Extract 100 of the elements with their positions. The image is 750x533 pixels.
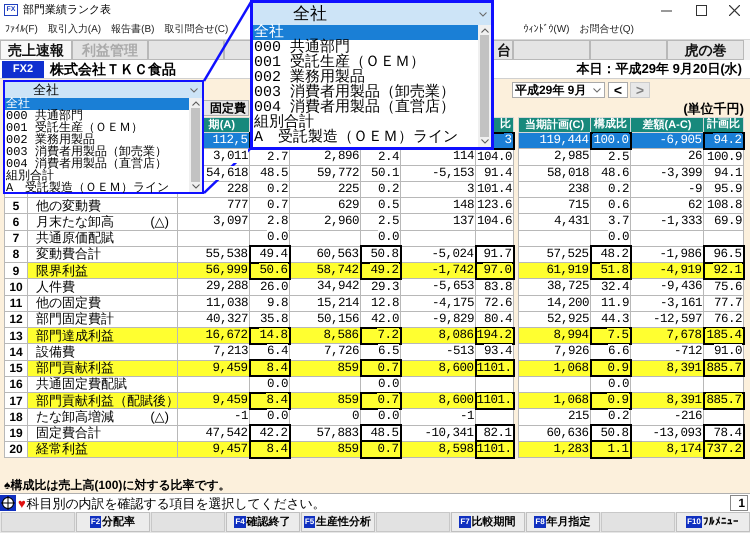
- table-cell: 56,999: [178, 262, 250, 279]
- table-cell: 7,678: [630, 328, 704, 344]
- table-cell: 8.4: [250, 392, 290, 409]
- period-select[interactable]: 平成29年 9月: [512, 82, 605, 98]
- table-cell: -13,093: [630, 425, 704, 442]
- table-cell: 0: [290, 408, 360, 425]
- table-cell: 60,636: [518, 425, 590, 442]
- table-cell: -712: [630, 344, 704, 360]
- dropdown-option[interactable]: 001 受託生産（ＯＥＭ）: [253, 55, 478, 70]
- dropdown-field[interactable]: 全社: [253, 3, 491, 25]
- table-cell: 12.8: [360, 295, 400, 312]
- table-cell: 42.2: [250, 425, 290, 442]
- table-cell: 94.2: [704, 132, 744, 149]
- tab[interactable]: 売上速報: [0, 40, 72, 60]
- unit-label: (単位千円): [683, 101, 744, 116]
- status-message: 科目別の内訳を確認する項目を選択してください。: [26, 496, 326, 510]
- table-cell: 78.4: [704, 425, 744, 442]
- table-cell: 9.8: [250, 295, 290, 312]
- scroll-thumb[interactable]: [480, 35, 490, 137]
- table-cell: 0.7: [360, 392, 400, 409]
- table-cell: -3,399: [630, 165, 704, 182]
- table-cell: 0.9: [590, 392, 630, 409]
- table-cell: -12,597: [630, 311, 704, 328]
- tab[interactable]: 虎の巻: [667, 40, 744, 60]
- table-cell: 1101.: [476, 441, 514, 458]
- function-key-button[interactable]: F5 生産性分析: [300, 512, 374, 532]
- row-number: 15: [4, 360, 28, 376]
- menu-item[interactable]: 取引問合せ(C): [159, 22, 234, 37]
- function-key-button[interactable]: F4 確認終了: [226, 512, 300, 532]
- scroll-thumb[interactable]: [190, 108, 200, 182]
- menu-item[interactable]: 報告書(B): [106, 22, 160, 37]
- maximize-icon[interactable]: [696, 4, 707, 16]
- scrollbar[interactable]: [478, 25, 491, 147]
- close-icon[interactable]: [729, 4, 740, 16]
- scroll-up-icon[interactable]: [480, 28, 488, 33]
- key-label: 年月指定: [546, 515, 591, 529]
- row-label[interactable]: たな卸高増減: [28, 410, 114, 424]
- table-cell: 859: [290, 360, 360, 376]
- table-cell: 1101.: [476, 360, 514, 376]
- scrollbar[interactable]: [189, 98, 202, 192]
- scroll-down-icon[interactable]: [192, 184, 200, 189]
- table-cell: -1,986: [630, 246, 704, 262]
- table-cell: 50.8: [590, 425, 630, 442]
- table-cell: 7.5: [590, 328, 630, 344]
- table-cell: 0.2: [590, 181, 630, 198]
- table-cell: 3: [400, 181, 476, 198]
- row-number: 8: [4, 246, 28, 262]
- table-cell: 9,457: [178, 441, 250, 458]
- dropdown-option[interactable]: 全社: [253, 25, 478, 40]
- table-cell: 104.6: [476, 214, 514, 230]
- table-cell: -9: [630, 181, 704, 198]
- function-key-button[interactable]: F8 年月指定: [526, 512, 600, 532]
- table-cell: 61,919: [518, 262, 590, 279]
- sign-label: (△): [150, 214, 170, 229]
- scroll-up-icon[interactable]: [192, 101, 200, 106]
- table-cell: 48.5: [360, 425, 400, 442]
- dropdown-option[interactable]: 全社: [5, 98, 189, 110]
- function-key-button[interactable]: F7 比較期間: [450, 512, 524, 532]
- table-cell: 50.1: [360, 165, 400, 182]
- dropdown-option[interactable]: 組別合計: [253, 115, 478, 130]
- table-cell: 1.1: [590, 441, 630, 458]
- table-cell: 3.7: [590, 214, 630, 230]
- table-cell: 11,038: [178, 295, 250, 312]
- table-cell: -5,153: [400, 165, 476, 182]
- table-cell: 47,542: [178, 425, 250, 442]
- dropdown-option[interactable]: 004 消費者用製品（直営店）: [253, 100, 478, 115]
- row-number: 20: [4, 441, 28, 458]
- dropdown-option[interactable]: 002 業務用製品: [253, 70, 478, 85]
- function-key-button[interactable]: F2 分配率: [76, 512, 150, 532]
- menu-item[interactable]: ｳｨﾝﾄﾞｳ(W): [518, 22, 574, 37]
- table-cell: 2.5: [360, 214, 400, 230]
- table-cell: 737.2: [704, 441, 744, 458]
- function-key-button[interactable]: F10 ﾌﾙﾒﾆｭｰ: [676, 512, 750, 532]
- table-cell: 8,586: [290, 328, 360, 344]
- row-number: 10: [4, 278, 28, 295]
- row-label[interactable]: 部門貢献利益（配賦後）: [28, 394, 179, 408]
- row-number: 9: [4, 262, 28, 279]
- table-cell: 777: [178, 198, 250, 214]
- heart-mark: ♥: [18, 496, 26, 510]
- page-number: 1: [730, 495, 748, 511]
- table-cell: -6,905: [630, 132, 704, 149]
- dropdown-field[interactable]: 全社: [5, 82, 202, 98]
- today-date: 本日：平成29年 9月20日(水): [576, 60, 742, 78]
- table-cell: 48.2: [590, 246, 630, 262]
- dropdown-option[interactable]: 003 消費者用製品（卸売業）: [253, 85, 478, 100]
- table-cell: 100.0: [590, 132, 630, 149]
- table-cell: -4,175: [400, 295, 476, 312]
- key-label: 比較期間: [472, 515, 516, 529]
- scroll-down-icon[interactable]: [480, 139, 488, 144]
- table-cell: 8,598: [400, 441, 476, 458]
- previous-button[interactable]: <: [608, 82, 628, 98]
- table-cell: 1,283: [518, 441, 590, 458]
- row-number: 14: [4, 344, 28, 360]
- row-label[interactable]: 月末たな卸高: [28, 214, 114, 229]
- menu-item[interactable]: お問合せ(Q): [574, 22, 639, 37]
- menu-item[interactable]: ﾌｧｲﾙ(F): [0, 22, 43, 37]
- dropdown-option[interactable]: A 受託製造（ＯＥＭ）ライン: [253, 130, 478, 145]
- column-header: 計画比: [704, 118, 744, 132]
- table-cell: 0.6: [590, 198, 630, 214]
- menu-item[interactable]: 取引入力(A): [42, 22, 106, 37]
